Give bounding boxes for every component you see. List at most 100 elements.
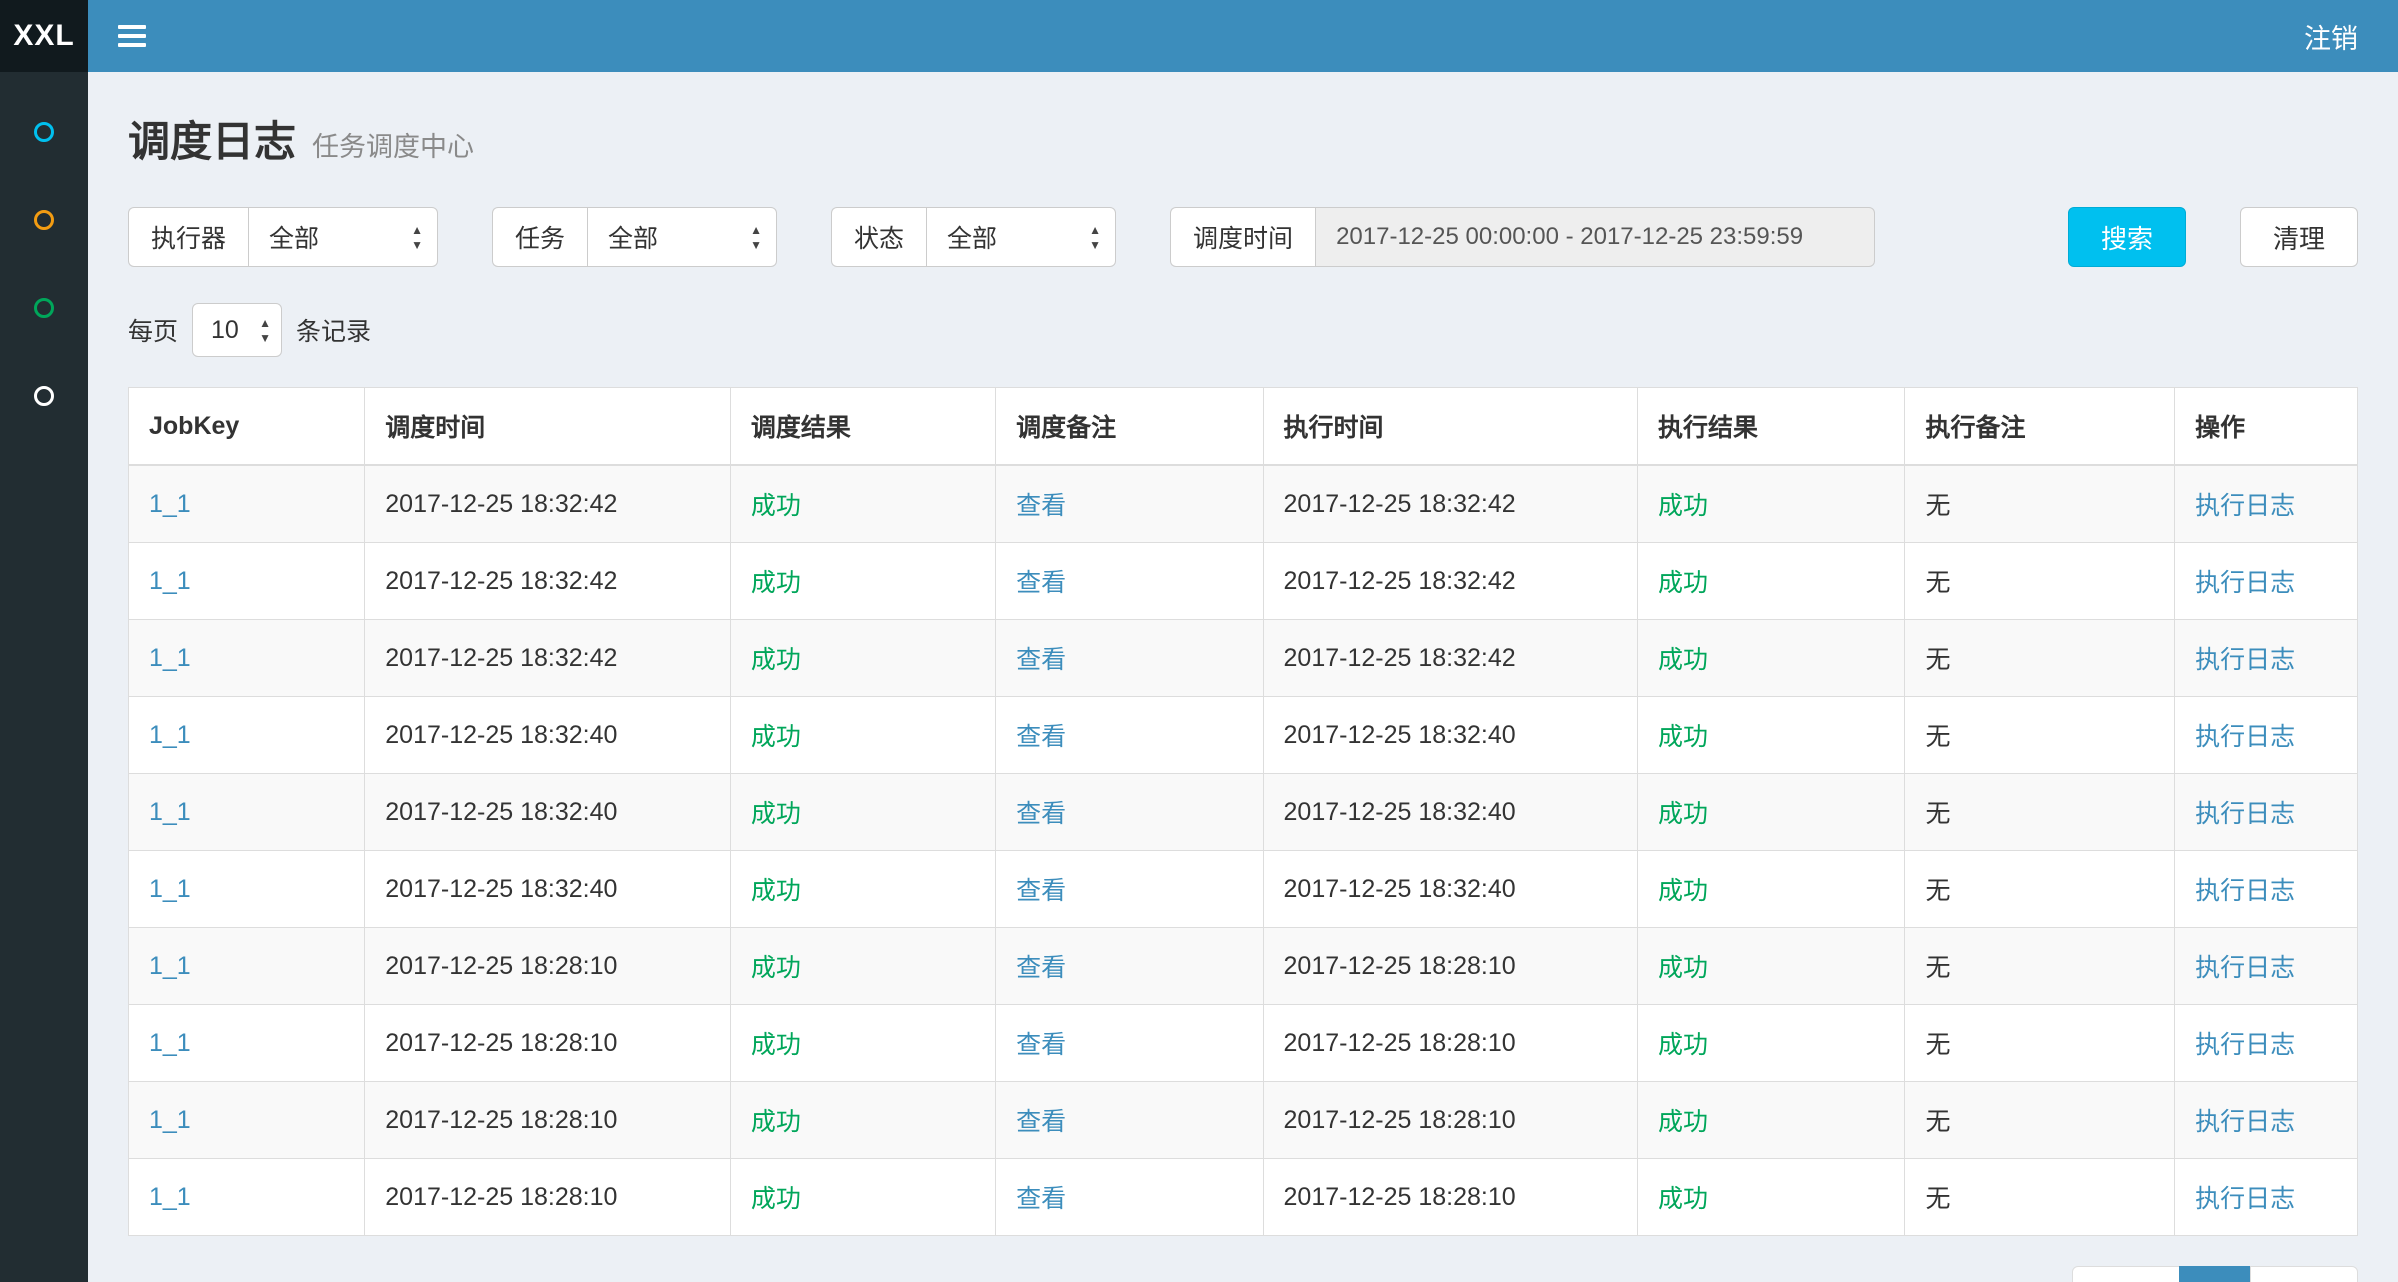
exec-log-link[interactable]: 执行日志 — [2175, 465, 2358, 543]
trigger-time-cell: 2017-12-25 18:32:42 — [365, 620, 731, 697]
handle-result-cell: 成功 — [1638, 697, 1905, 774]
logout-link[interactable]: 注销 — [2304, 17, 2358, 56]
trigger-time-filter-group: 调度时间 — [1170, 207, 1875, 267]
sidebar-menu — [0, 72, 88, 440]
jobkey-link[interactable]: 1_1 — [129, 1005, 365, 1082]
trigger-msg-link[interactable]: 查看 — [996, 928, 1263, 1005]
pagination: 上页 1 下页 — [2072, 1266, 2358, 1282]
trigger-msg-link[interactable]: 查看 — [996, 465, 1263, 543]
page-title: 调度日志 — [128, 108, 296, 169]
page-subtitle: 任务调度中心 — [312, 125, 474, 164]
trigger-result-cell: 成功 — [730, 928, 995, 1005]
search-button[interactable]: 搜索 — [2068, 207, 2186, 267]
current-page-button[interactable]: 1 — [2179, 1266, 2251, 1282]
trigger-time-range-input[interactable] — [1315, 207, 1875, 267]
jobkey-link[interactable]: 1_1 — [129, 697, 365, 774]
page-size-prefix-label: 每页 — [128, 312, 178, 348]
status-filter-group: 状态 全部 ▲▼ — [831, 207, 1116, 267]
status-select-value: 全部 — [947, 219, 997, 255]
table-header-row: JobKey 调度时间 调度结果 调度备注 执行时间 执行结果 执行备注 操作 — [129, 388, 2358, 466]
trigger-time-cell: 2017-12-25 18:32:42 — [365, 465, 731, 543]
handle-time-cell: 2017-12-25 18:28:10 — [1263, 1082, 1637, 1159]
prev-page-button[interactable]: 上页 — [2072, 1266, 2180, 1282]
sidebar-item-2[interactable] — [0, 176, 88, 264]
trigger-msg-link[interactable]: 查看 — [996, 620, 1263, 697]
trigger-result-cell: 成功 — [730, 851, 995, 928]
trigger-result-cell: 成功 — [730, 620, 995, 697]
trigger-time-cell: 2017-12-25 18:28:10 — [365, 928, 731, 1005]
trigger-msg-link[interactable]: 查看 — [996, 1159, 1263, 1236]
handle-msg-cell: 无 — [1905, 851, 2175, 928]
exec-log-link[interactable]: 执行日志 — [2175, 1082, 2358, 1159]
navbar-main: 注销 — [88, 0, 2398, 72]
trigger-time-cell: 2017-12-25 18:32:42 — [365, 543, 731, 620]
circle-icon — [34, 298, 54, 318]
jobkey-link[interactable]: 1_1 — [129, 620, 365, 697]
column-header-handle-time: 执行时间 — [1263, 388, 1637, 466]
job-select[interactable]: 全部 ▲▼ — [587, 207, 777, 267]
circle-icon — [34, 386, 54, 406]
exec-log-link[interactable]: 执行日志 — [2175, 774, 2358, 851]
select-arrows-icon: ▲▼ — [750, 224, 762, 251]
status-select[interactable]: 全部 ▲▼ — [926, 207, 1116, 267]
filter-toolbar: 执行器 全部 ▲▼ 任务 全部 ▲▼ 状态 全部 ▲▼ 调度时间 搜索 清理 — [128, 207, 2358, 267]
trigger-msg-link[interactable]: 查看 — [996, 543, 1263, 620]
trigger-result-cell: 成功 — [730, 774, 995, 851]
handle-result-cell: 成功 — [1638, 465, 1905, 543]
main-content: 调度日志 任务调度中心 执行器 全部 ▲▼ 任务 全部 ▲▼ 状态 全部 ▲▼ — [88, 72, 2398, 1282]
trigger-time-filter-label: 调度时间 — [1170, 207, 1315, 267]
circle-icon — [34, 122, 54, 142]
jobkey-link[interactable]: 1_1 — [129, 774, 365, 851]
executor-filter-label: 执行器 — [128, 207, 248, 267]
table-row: 1_12017-12-25 18:32:42成功查看2017-12-25 18:… — [129, 620, 2358, 697]
sidebar-item-4[interactable] — [0, 352, 88, 440]
exec-log-link[interactable]: 执行日志 — [2175, 928, 2358, 1005]
handle-result-cell: 成功 — [1638, 1082, 1905, 1159]
hamburger-icon — [118, 25, 146, 47]
trigger-msg-link[interactable]: 查看 — [996, 1082, 1263, 1159]
trigger-msg-link[interactable]: 查看 — [996, 697, 1263, 774]
jobkey-link[interactable]: 1_1 — [129, 851, 365, 928]
exec-log-link[interactable]: 执行日志 — [2175, 1005, 2358, 1082]
sidebar-item-1[interactable] — [0, 88, 88, 176]
select-arrows-icon: ▲▼ — [259, 317, 271, 344]
trigger-time-cell: 2017-12-25 18:32:40 — [365, 851, 731, 928]
executor-filter-group: 执行器 全部 ▲▼ — [128, 207, 438, 267]
sidebar-toggle-button[interactable] — [118, 20, 146, 52]
column-header-handle-result: 执行结果 — [1638, 388, 1905, 466]
table-row: 1_12017-12-25 18:28:10成功查看2017-12-25 18:… — [129, 1082, 2358, 1159]
executor-select[interactable]: 全部 ▲▼ — [248, 207, 438, 267]
clear-button[interactable]: 清理 — [2240, 207, 2358, 267]
jobkey-link[interactable]: 1_1 — [129, 1159, 365, 1236]
app-logo[interactable]: XXL — [0, 0, 88, 72]
job-filter-label: 任务 — [492, 207, 587, 267]
exec-log-link[interactable]: 执行日志 — [2175, 1159, 2358, 1236]
exec-log-link[interactable]: 执行日志 — [2175, 620, 2358, 697]
handle-time-cell: 2017-12-25 18:28:10 — [1263, 1159, 1637, 1236]
jobkey-link[interactable]: 1_1 — [129, 543, 365, 620]
trigger-time-cell: 2017-12-25 18:32:40 — [365, 697, 731, 774]
handle-result-cell: 成功 — [1638, 543, 1905, 620]
jobkey-link[interactable]: 1_1 — [129, 465, 365, 543]
trigger-msg-link[interactable]: 查看 — [996, 774, 1263, 851]
trigger-msg-link[interactable]: 查看 — [996, 1005, 1263, 1082]
next-page-button[interactable]: 下页 — [2250, 1266, 2358, 1282]
handle-msg-cell: 无 — [1905, 928, 2175, 1005]
exec-log-link[interactable]: 执行日志 — [2175, 851, 2358, 928]
column-header-trigger-result: 调度结果 — [730, 388, 995, 466]
table-row: 1_12017-12-25 18:28:10成功查看2017-12-25 18:… — [129, 1159, 2358, 1236]
exec-log-link[interactable]: 执行日志 — [2175, 543, 2358, 620]
jobkey-link[interactable]: 1_1 — [129, 928, 365, 1005]
trigger-msg-link[interactable]: 查看 — [996, 851, 1263, 928]
page-size-select[interactable]: 10 ▲▼ — [192, 303, 282, 357]
handle-time-cell: 2017-12-25 18:32:40 — [1263, 697, 1637, 774]
sidebar-item-3[interactable] — [0, 264, 88, 352]
exec-log-link[interactable]: 执行日志 — [2175, 697, 2358, 774]
table-row: 1_12017-12-25 18:32:40成功查看2017-12-25 18:… — [129, 851, 2358, 928]
handle-msg-cell: 无 — [1905, 1005, 2175, 1082]
top-navbar: XXL 注销 — [0, 0, 2398, 72]
jobkey-link[interactable]: 1_1 — [129, 1082, 365, 1159]
status-filter-label: 状态 — [831, 207, 926, 267]
circle-icon — [34, 210, 54, 230]
select-arrows-icon: ▲▼ — [411, 224, 423, 251]
